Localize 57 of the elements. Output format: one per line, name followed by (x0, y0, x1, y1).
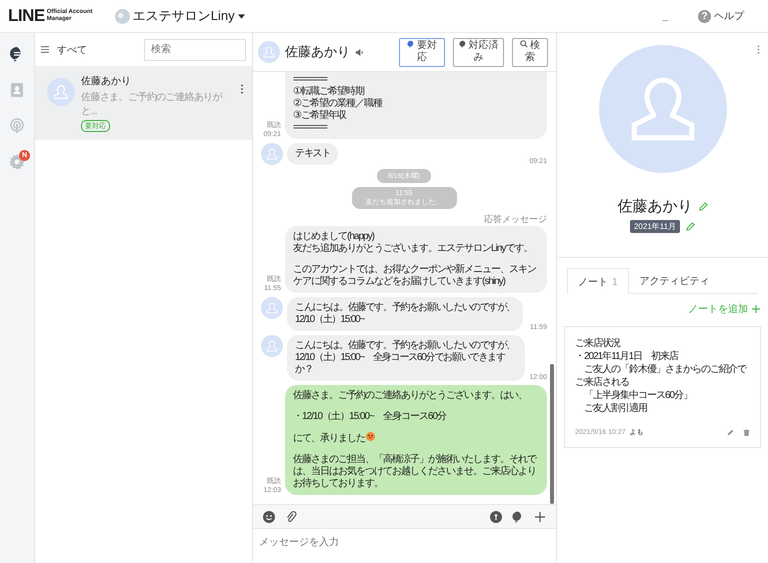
header-action-button[interactable]: 対応済み (453, 38, 504, 66)
search-field[interactable]: 検索 (144, 38, 246, 60)
chat-bubble-icon[interactable] (512, 510, 524, 522)
contact-name: 佐藤あかり (81, 74, 131, 88)
speaker-icon[interactable] (355, 48, 364, 56)
auto-reply-label: 応答メッセージ (484, 213, 547, 226)
header-action-button[interactable]: 要対応 (399, 38, 445, 66)
profile-name: 佐藤あかり (618, 197, 692, 216)
paperclip-icon[interactable] (285, 510, 297, 522)
profile-tab[interactable]: ノート 1 (567, 268, 629, 294)
contacts-icon (9, 82, 25, 98)
account-switcher[interactable]: エステサロンLiny (114, 7, 245, 25)
menu-icon (41, 46, 49, 53)
note-text: 「上半身集中コース60分」 (583, 389, 694, 402)
search-icon (520, 40, 528, 48)
profile-tab[interactable]: アクティビティ (628, 268, 721, 293)
avatar-icon (261, 335, 283, 357)
plus-icon (752, 305, 760, 313)
speech-bubble-icon (407, 40, 415, 48)
pencil-icon[interactable] (698, 202, 708, 211)
pencil-icon[interactable] (727, 428, 734, 436)
chat-title: 佐藤あかり (285, 43, 350, 61)
scrollbar[interactable] (550, 364, 554, 504)
message-bubble: テキスト (287, 143, 338, 165)
help-link[interactable]: ? ヘルプ (698, 9, 744, 23)
trash-icon[interactable] (743, 428, 750, 436)
logo-wordmark: LINE (8, 6, 45, 26)
avatar-icon (261, 297, 283, 319)
more-icon[interactable] (757, 45, 760, 54)
broadcast-icon (9, 118, 25, 134)
message-bubble: はじめまして(happy) 友だち追加ありがとうございます。エステサロンLinyです。 このアカウントでは、お得なクーポンや新メニュー、スキンケアに関するコラムなどをお届けしていきます(shiny) (285, 226, 547, 293)
avatar-icon (258, 41, 280, 63)
message-bubble: 佐藤さま。ご予約のご連絡ありがとうございます。はい、 ・12/10（土）15:00~ 全身コース60分 にて、承りました 佐藤さまのご担当、「高橋涼子」が施術いたします。それでは、当日はお気をつけてお越しくださいませ。ご来店心よりお待ちしております。 (285, 385, 547, 495)
avatar-icon (47, 78, 75, 106)
filter-dropdown[interactable]: すべて (41, 42, 138, 56)
avatar-icon (261, 143, 283, 165)
note-text: ご友人割引適用 (583, 402, 648, 415)
plus-icon[interactable] (534, 510, 546, 522)
more-icon[interactable] (240, 84, 244, 94)
emoji-icon[interactable] (263, 510, 275, 522)
account-avatar-icon (114, 8, 130, 24)
note-text: ・2021年11月1日 初来店 (575, 350, 680, 363)
help-icon: ? (698, 10, 711, 22)
caret-icon (238, 14, 245, 18)
message-bubble: ======= ①転職ご希望時期 ②ご希望の業種／職種 ③ご希望年収 ======= (285, 72, 547, 139)
minimize-mark[interactable]: _ (662, 10, 668, 22)
message-preview: 佐藤さま。ご予約のご連絡ありがと... (81, 90, 224, 118)
message-bubble: こんにちは。佐藤です。予約をお願いしたいのですが、 12/10（土）15:00~ (287, 297, 524, 331)
speech-bubble-icon (458, 40, 466, 48)
header-action-button[interactable]: 検索 (512, 38, 548, 66)
profile-avatar-icon (598, 45, 726, 173)
note-text: ご来店状況 (575, 337, 622, 350)
message-bubble: こんにちは。佐藤です。予約をお願いしたいのですが、 12/10（土）15:00~ 全身コース60分でお願いできますか？ (287, 335, 526, 381)
pencil-icon[interactable] (686, 222, 696, 231)
profile-tag: 2021年11月 (630, 220, 680, 233)
emoji-icon (366, 432, 375, 441)
note-text: ご友人の「鈴木優」さまからのご紹介でご来店される (575, 363, 748, 389)
